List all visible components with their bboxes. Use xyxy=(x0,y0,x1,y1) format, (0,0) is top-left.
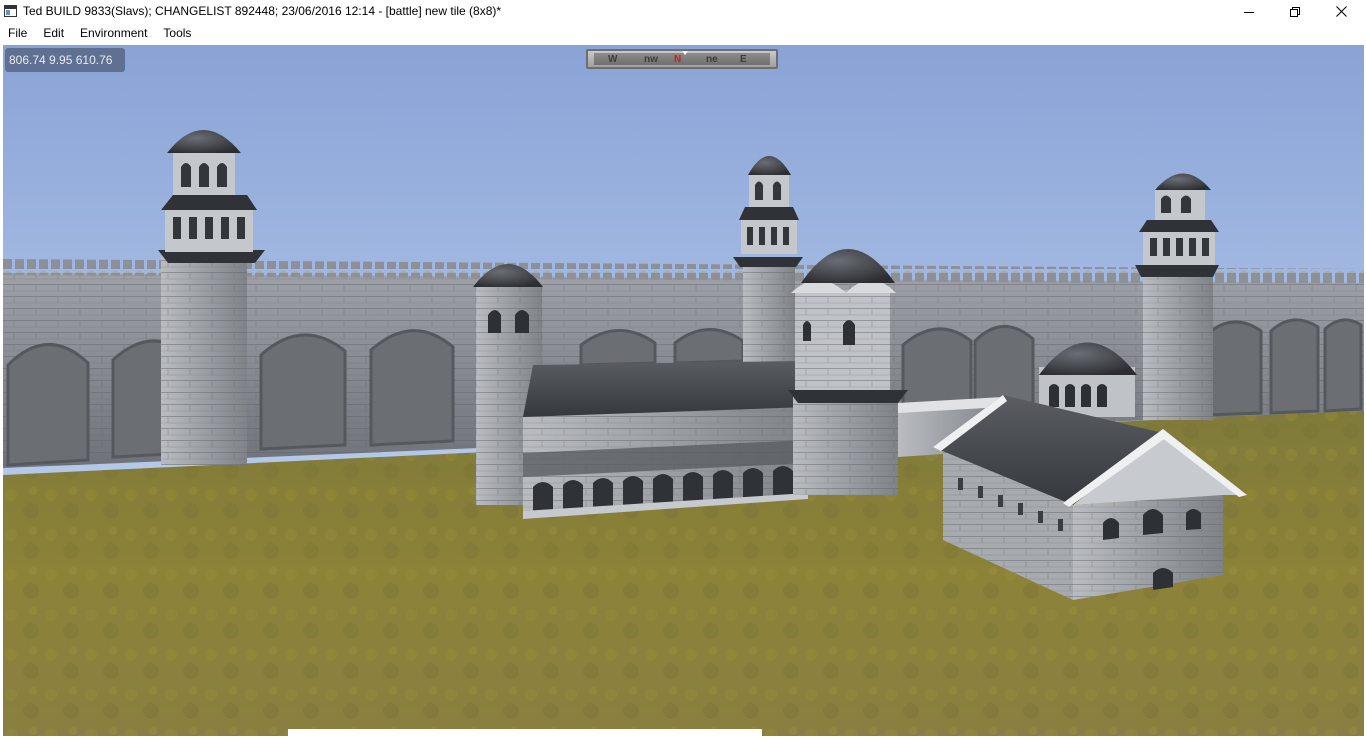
title-bar: Ted BUILD 9833(Slavs); CHANGELIST 892448… xyxy=(0,0,1366,23)
window-title: Ted BUILD 9833(Slavs); CHANGELIST 892448… xyxy=(23,4,502,18)
3d-viewport[interactable]: 806.74 9.95 610.76 W nw N ne E xyxy=(3,45,1364,736)
minimize-icon xyxy=(1244,11,1254,13)
window-app-icon xyxy=(4,5,17,17)
close-icon xyxy=(1335,6,1347,17)
menu-bar: File Edit Environment Tools xyxy=(0,23,1366,43)
camera-coordinates-readout: 806.74 9.95 610.76 xyxy=(5,48,125,72)
menu-environment[interactable]: Environment xyxy=(72,23,155,43)
compass-label-w: W xyxy=(608,54,618,65)
compass-label-ne: ne xyxy=(706,54,718,65)
menu-tools[interactable]: Tools xyxy=(155,23,199,43)
compass-bar: W nw N ne E xyxy=(586,49,778,69)
close-button[interactable] xyxy=(1318,0,1364,23)
compass-label-nw: nw xyxy=(644,54,658,65)
church-nave xyxy=(523,361,808,519)
restore-button[interactable] xyxy=(1272,0,1318,23)
restore-icon xyxy=(1290,6,1300,17)
menu-file[interactable]: File xyxy=(0,23,35,43)
compass-heading-marker-icon xyxy=(682,51,688,55)
minimize-button[interactable] xyxy=(1226,0,1272,23)
compass-label-n: N xyxy=(674,54,682,65)
menu-edit[interactable]: Edit xyxy=(35,23,72,43)
status-bar-fragment xyxy=(288,729,762,738)
compass-label-e: E xyxy=(740,54,747,65)
battle-scene xyxy=(3,45,1364,736)
